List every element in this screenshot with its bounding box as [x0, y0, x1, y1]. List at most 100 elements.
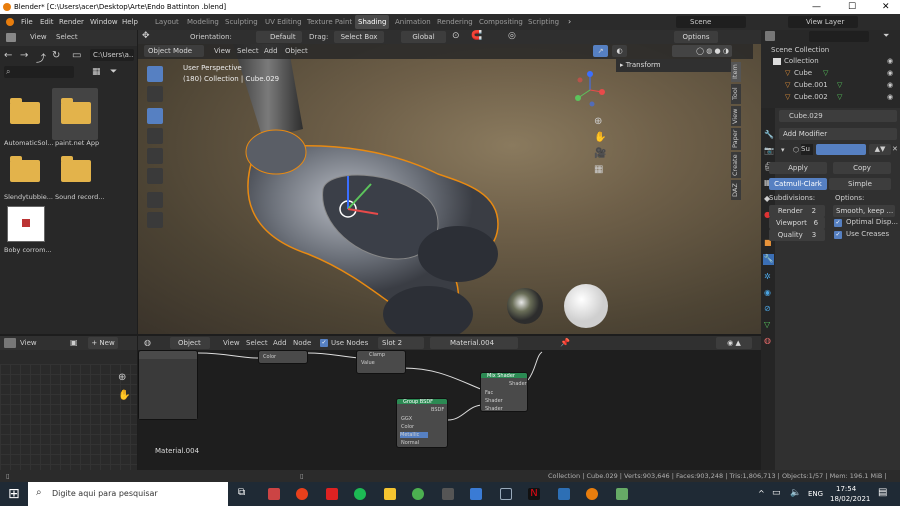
tool-tab-icon[interactable]: 🔧 — [764, 130, 774, 139]
3d-viewport[interactable]: User Perspective (180) Collection | Cube… — [138, 44, 761, 334]
material-select[interactable]: Material.004 — [430, 337, 518, 349]
particles-tab-icon[interactable]: ✲ — [764, 272, 771, 281]
clock-time[interactable]: 17:54 — [836, 485, 856, 493]
modifier-move-buttons[interactable]: ▲▼ — [869, 144, 891, 155]
tab-paper[interactable]: Paper — [731, 128, 741, 150]
fb-path-field[interactable]: C:\Users\a... — [90, 49, 134, 61]
windows-start-icon[interactable]: ⊞ — [8, 486, 20, 502]
n-panel-transform[interactable]: ▸ Transform — [616, 59, 731, 72]
editor-type-icon[interactable] — [6, 33, 16, 42]
scale-tool-icon[interactable] — [147, 148, 163, 164]
ne-add-menu[interactable]: Add — [273, 339, 287, 347]
outliner-type-icon[interactable] — [765, 31, 775, 41]
scene-collection[interactable]: Scene Collection — [771, 46, 829, 54]
ne-view-menu[interactable]: View — [223, 339, 240, 347]
object-name-field[interactable]: Cube.029 — [779, 110, 897, 122]
material-tab-icon[interactable]: ◍ — [764, 336, 771, 345]
tab-view[interactable]: View — [731, 106, 741, 126]
modifier-tab-icon[interactable]: 🔧 — [763, 254, 774, 265]
volume-icon[interactable]: 🔈 — [790, 488, 801, 498]
tray-chevron-icon[interactable]: ^ — [758, 489, 765, 498]
tab-sculpting[interactable]: Sculpting — [222, 15, 261, 29]
select-tool-icon[interactable] — [147, 66, 163, 82]
grid-view-icon[interactable]: ▦ — [594, 164, 603, 175]
menu-help[interactable]: Help — [122, 14, 138, 30]
file-item[interactable]: AutomaticSol... — [1, 90, 53, 147]
use-nodes-checkbox[interactable]: ✓ — [320, 339, 328, 347]
measure-tool-icon[interactable] — [147, 212, 163, 228]
file-item[interactable]: Slendytubbie... — [1, 148, 53, 201]
eye-icon[interactable]: ◉ — [887, 93, 893, 101]
vp-select-menu[interactable]: Select — [237, 47, 259, 55]
steam-icon[interactable] — [500, 488, 512, 500]
pan-hand-icon[interactable]: ✋ — [594, 132, 606, 143]
opera-icon[interactable] — [296, 488, 308, 500]
use-creases-checkbox[interactable]: ✓ — [834, 231, 842, 239]
file-item[interactable]: Boby corrom... — [1, 202, 52, 254]
menu-file[interactable]: File — [21, 14, 33, 30]
zoom-icon[interactable]: ⊕ — [118, 372, 126, 383]
app-icon[interactable] — [470, 488, 482, 500]
clamp-node[interactable]: Clamp Value — [356, 350, 406, 374]
navigation-gizmo[interactable] — [570, 68, 610, 112]
blender-menu-icon[interactable] — [6, 18, 14, 26]
scene-selector[interactable]: Scene — [676, 16, 746, 28]
outliner-item[interactable]: Cube.002 — [794, 93, 828, 101]
options-menu[interactable]: Options — [674, 31, 718, 43]
tab-modeling[interactable]: Modeling — [184, 15, 222, 29]
outliner-item[interactable]: Cube.001 — [794, 81, 828, 89]
back-arrow-icon[interactable]: ← — [4, 50, 12, 61]
language-indicator[interactable]: ENG — [808, 490, 823, 498]
netflix-icon[interactable]: N — [528, 488, 540, 500]
tab-uv-editing[interactable]: UV Editing — [262, 15, 305, 29]
texture-node[interactable] — [138, 350, 198, 420]
camera-icon[interactable]: 🎥 — [594, 148, 606, 159]
pan-hand-icon[interactable]: ✋ — [118, 390, 130, 401]
eye-icon[interactable]: ◉ — [887, 69, 893, 77]
tab-animation[interactable]: Animation — [392, 15, 434, 29]
node-editor-canvas[interactable]: Color Clamp Value Mix Shader Shader Fac … — [138, 350, 761, 470]
cursor-tool-icon[interactable] — [147, 86, 163, 102]
proportional-edit-icon[interactable]: ◎ — [508, 31, 516, 41]
snap-toggle-icon[interactable]: ◉ ▲ — [716, 337, 752, 349]
fb-search-input[interactable] — [4, 66, 74, 78]
image-view-menu[interactable]: View — [20, 339, 37, 347]
eye-icon[interactable]: ◉ — [887, 81, 893, 89]
viewport-levels-field[interactable]: Viewport 6 — [769, 217, 825, 229]
modifier-name-field[interactable]: Su — [801, 144, 813, 155]
eye-icon[interactable]: ◉ — [887, 57, 893, 65]
catmull-clark-toggle[interactable]: Catmull-Clark — [769, 178, 827, 190]
spotify-icon[interactable] — [354, 488, 366, 500]
overlay-toggle-icon[interactable]: ◐ — [612, 45, 627, 57]
new-folder-icon[interactable]: ▭ — [72, 50, 81, 61]
slot-select[interactable]: Slot 2 — [378, 337, 424, 349]
tab-rendering[interactable]: Rendering — [434, 15, 476, 29]
roblox-icon[interactable] — [326, 488, 338, 500]
chrome-icon[interactable] — [412, 488, 424, 500]
pivot-icon[interactable]: ⊙ — [452, 31, 460, 41]
mix-shader-node[interactable]: Mix Shader Shader Fac Shader Shader — [480, 372, 528, 412]
gizmo-toggle-icon[interactable]: ↗ — [593, 45, 608, 57]
rotate-tool-icon[interactable] — [147, 128, 163, 144]
maximize-button[interactable]: ☐ — [848, 0, 856, 14]
mode-select[interactable]: Object Mode — [144, 45, 204, 57]
tab-texture-paint[interactable]: Texture Paint — [304, 15, 355, 29]
outliner-search[interactable] — [809, 31, 869, 42]
render-levels-field[interactable]: Render 2 — [769, 205, 825, 217]
snap-icon[interactable]: 🧲 — [471, 31, 482, 41]
menu-edit[interactable]: Edit — [40, 14, 54, 30]
tab-compositing[interactable]: Compositing — [476, 15, 526, 29]
app-icon[interactable] — [558, 488, 570, 500]
parent-dir-icon[interactable]: ⤴ — [36, 50, 46, 65]
image-browse-icon[interactable]: ▣ — [70, 338, 78, 347]
tab-scripting[interactable]: Scripting — [525, 15, 562, 29]
annotate-tool-icon[interactable] — [147, 192, 163, 208]
app-icon[interactable] — [268, 488, 280, 500]
filter-icon[interactable]: ⏷ — [110, 67, 117, 77]
data-tab-icon[interactable]: ▽ — [764, 320, 770, 329]
tab-tool[interactable]: Tool — [731, 84, 741, 104]
filter-icon[interactable]: ⏷ — [883, 31, 889, 41]
explorer-icon[interactable] — [384, 488, 396, 500]
add-modifier-button[interactable]: Add Modifier — [779, 128, 897, 140]
file-item[interactable]: Sound record... — [52, 148, 105, 201]
